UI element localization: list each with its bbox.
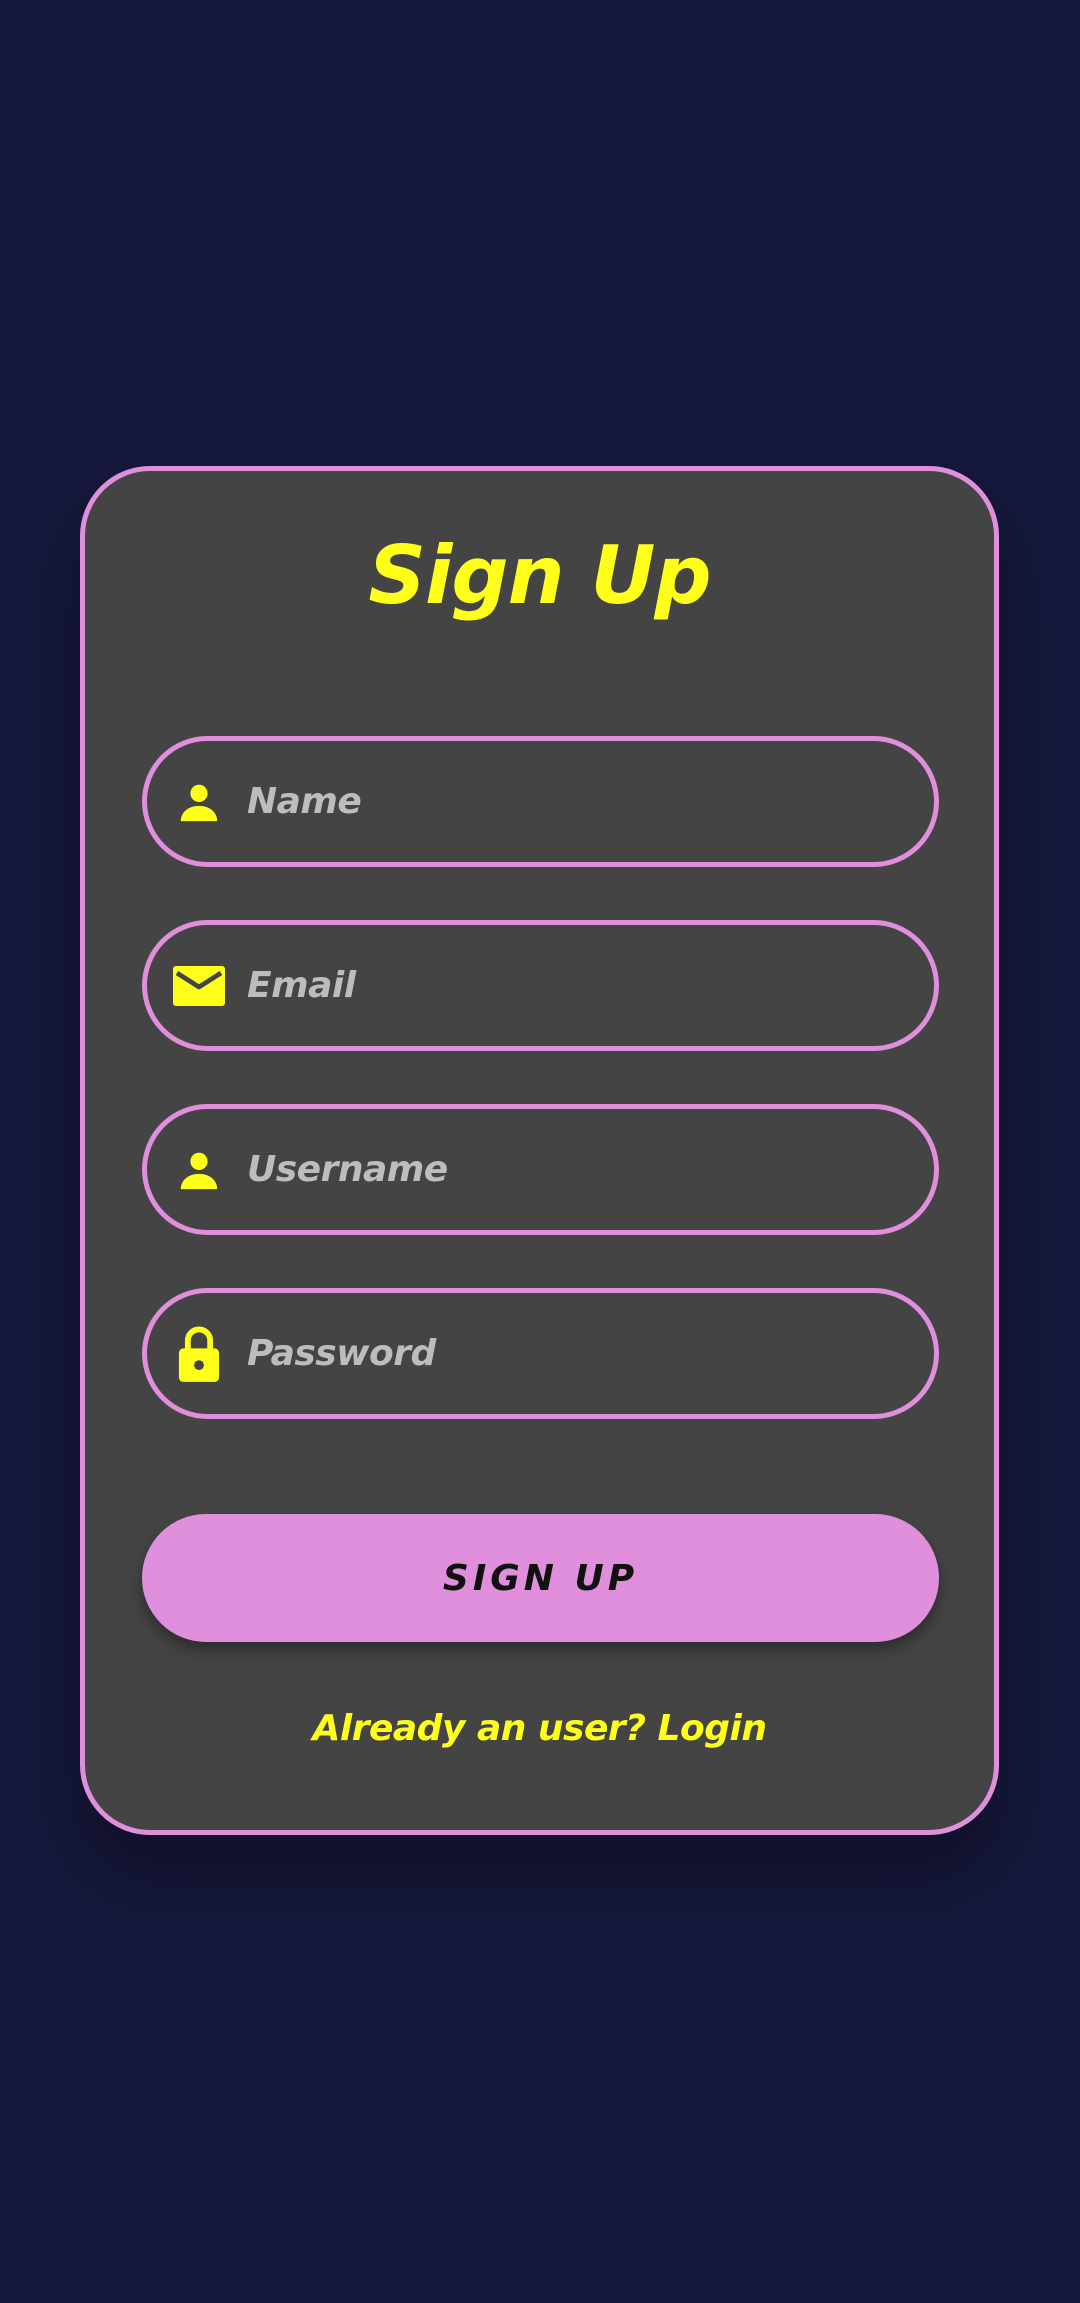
person-icon — [171, 1142, 227, 1198]
signup-screen: Sign Up SIGN UP Already an — [0, 0, 1080, 2303]
email-icon — [171, 958, 227, 1014]
name-field[interactable] — [142, 736, 939, 867]
person-icon — [171, 774, 227, 830]
page-title: Sign Up — [368, 529, 711, 622]
name-input[interactable] — [247, 741, 897, 862]
password-input[interactable] — [247, 1293, 897, 1414]
signup-button[interactable]: SIGN UP — [142, 1514, 939, 1642]
signup-card: Sign Up SIGN UP Already an — [80, 466, 999, 1835]
email-field[interactable] — [142, 920, 939, 1051]
username-input[interactable] — [247, 1109, 897, 1230]
lock-icon — [171, 1326, 227, 1382]
username-field[interactable] — [142, 1104, 939, 1235]
password-field[interactable] — [142, 1288, 939, 1419]
email-input[interactable] — [247, 925, 897, 1046]
login-link[interactable]: Already an user? Login — [85, 1708, 994, 1749]
